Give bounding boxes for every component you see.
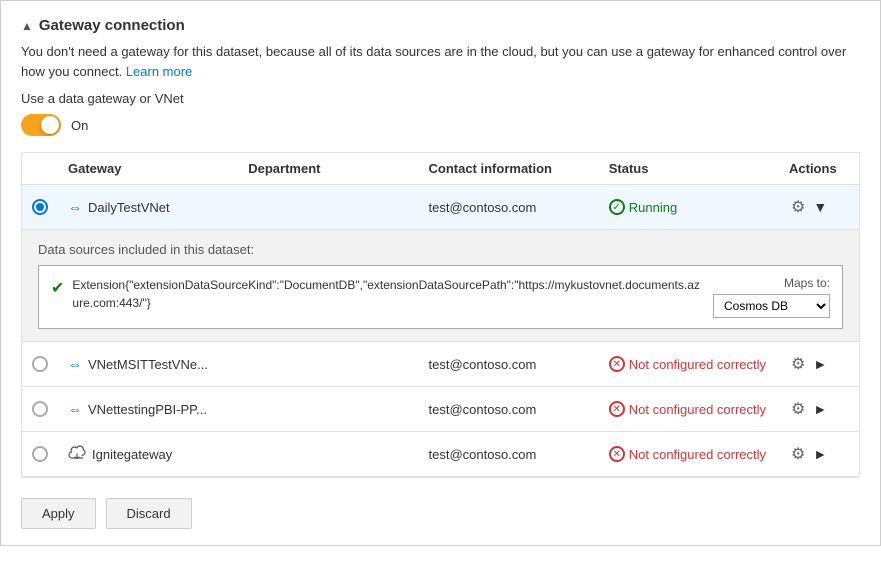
chevron-right-button-3[interactable]: ► <box>811 399 829 419</box>
radio-btn-3[interactable] <box>32 401 48 417</box>
radio-btn-4[interactable] <box>32 446 48 462</box>
col-actions: Actions <box>779 161 859 176</box>
network-icon-1: ⇔ <box>68 199 82 215</box>
actions-cell-3: ⚙ ► <box>779 397 859 421</box>
panel-title-text: Gateway connection <box>39 17 185 34</box>
toggle-row: On <box>21 114 860 136</box>
footer-buttons: Apply Discard <box>21 494 860 529</box>
radio-cell-3[interactable] <box>22 401 58 417</box>
gateway-name-1: DailyTestVNet <box>88 200 170 215</box>
contact-cell-3: test@contoso.com <box>419 402 599 417</box>
contact-text-1: test@contoso.com <box>429 200 537 215</box>
datasource-check-icon: ✔ <box>51 278 64 298</box>
panel-description: You don't need a gateway for this datase… <box>21 42 860 81</box>
gateway-cell-2: ⇔ VNetMSITTestVNe... <box>58 356 238 372</box>
datasource-left: ✔ Extension{"extensionDataSourceKind":"D… <box>51 276 703 312</box>
datasource-right: Maps to: Cosmos DB Azure SQL Azure Blob <box>713 276 830 318</box>
toggle-knob <box>41 116 59 134</box>
gear-button-3[interactable]: ⚙ <box>789 397 807 421</box>
status-error-4: ✕ Not configured correctly <box>609 446 766 462</box>
col-department: Department <box>238 161 418 176</box>
gear-button-1[interactable]: ⚙ <box>789 195 807 219</box>
gateway-cell-1: ⇔ DailyTestVNet <box>58 199 238 215</box>
apply-button[interactable]: Apply <box>21 498 96 529</box>
status-text-1: Running <box>629 200 677 215</box>
gateway-name-3: VNettestingPBI-PP... <box>88 402 207 417</box>
contact-text-3: test@contoso.com <box>429 402 537 417</box>
cloud-icon-4 <box>68 445 86 463</box>
gateway-toggle[interactable] <box>21 114 61 136</box>
datasource-label: Data sources included in this dataset: <box>38 242 843 257</box>
status-text-3: Not configured correctly <box>629 402 766 417</box>
radio-cell-1[interactable] <box>22 199 58 215</box>
chevron-down-button-1[interactable]: ▼ <box>811 197 829 217</box>
col-status: Status <box>599 161 779 176</box>
status-cell-1: ✓ Running <box>599 199 779 215</box>
status-running-1: ✓ Running <box>609 199 677 215</box>
table-header: Gateway Department Contact information S… <box>22 153 859 185</box>
x-circle-icon-4: ✕ <box>609 446 625 462</box>
contact-text-4: test@contoso.com <box>429 447 537 462</box>
panel-title-row: ▲ Gateway connection <box>21 17 860 34</box>
radio-cell-2[interactable] <box>22 356 58 372</box>
gateway-name-2: VNetMSITTestVNe... <box>88 357 208 372</box>
contact-cell-2: test@contoso.com <box>419 357 599 372</box>
table-row: ⇔ VNetMSITTestVNe... test@contoso.com ✕ … <box>22 342 859 387</box>
gear-button-4[interactable]: ⚙ <box>789 442 807 466</box>
status-text-4: Not configured correctly <box>629 447 766 462</box>
network-icon-3: ⇔ <box>68 401 82 417</box>
actions-cell-4: ⚙ ► <box>779 442 859 466</box>
gateway-cell-3: ⇔ VNettestingPBI-PP... <box>58 401 238 417</box>
gateway-cell-4: Ignitegateway <box>58 445 238 463</box>
status-text-2: Not configured correctly <box>629 357 766 372</box>
expanded-datasource-section: Data sources included in this dataset: ✔… <box>22 230 859 342</box>
contact-cell-4: test@contoso.com <box>419 447 599 462</box>
toggle-section-label: Use a data gateway or VNet <box>21 91 860 106</box>
x-circle-icon-2: ✕ <box>609 356 625 372</box>
contact-text-2: test@contoso.com <box>429 357 537 372</box>
datasource-box: ✔ Extension{"extensionDataSourceKind":"D… <box>38 265 843 329</box>
table-row: ⇔ DailyTestVNet test@contoso.com ✓ Runni… <box>22 185 859 230</box>
gateway-connection-panel: ▲ Gateway connection You don't need a ga… <box>0 0 881 546</box>
radio-btn-2[interactable] <box>32 356 48 372</box>
col-gateway: Gateway <box>58 161 238 176</box>
chevron-right-button-4[interactable]: ► <box>811 444 829 464</box>
status-cell-4: ✕ Not configured correctly <box>599 446 779 462</box>
learn-more-link[interactable]: Learn more <box>126 64 192 79</box>
status-cell-3: ✕ Not configured correctly <box>599 401 779 417</box>
status-error-3: ✕ Not configured correctly <box>609 401 766 417</box>
radio-cell-4[interactable] <box>22 446 58 462</box>
gateway-name-4: Ignitegateway <box>92 447 172 462</box>
actions-cell-2: ⚙ ► <box>779 352 859 376</box>
col-contact: Contact information <box>419 161 599 176</box>
x-circle-icon-3: ✕ <box>609 401 625 417</box>
status-cell-2: ✕ Not configured correctly <box>599 356 779 372</box>
radio-btn-1[interactable] <box>32 199 48 215</box>
contact-cell-1: test@contoso.com <box>419 200 599 215</box>
col-radio <box>22 161 58 176</box>
collapse-icon[interactable]: ▲ <box>21 19 33 33</box>
maps-to-label: Maps to: <box>784 276 830 290</box>
actions-cell-1: ⚙ ▼ <box>779 195 859 219</box>
gateway-table: Gateway Department Contact information S… <box>21 152 860 478</box>
gear-button-2[interactable]: ⚙ <box>789 352 807 376</box>
table-row: Ignitegateway test@contoso.com ✕ Not con… <box>22 432 859 477</box>
toggle-on-label: On <box>71 118 88 133</box>
datasource-text: Extension{"extensionDataSourceKind":"Doc… <box>72 276 703 312</box>
network-icon-2: ⇔ <box>68 356 82 372</box>
status-error-2: ✕ Not configured correctly <box>609 356 766 372</box>
check-circle-icon-1: ✓ <box>609 199 625 215</box>
discard-button[interactable]: Discard <box>106 498 192 529</box>
maps-to-select[interactable]: Cosmos DB Azure SQL Azure Blob <box>713 294 830 318</box>
chevron-right-button-2[interactable]: ► <box>811 354 829 374</box>
table-row: ⇔ VNettestingPBI-PP... test@contoso.com … <box>22 387 859 432</box>
